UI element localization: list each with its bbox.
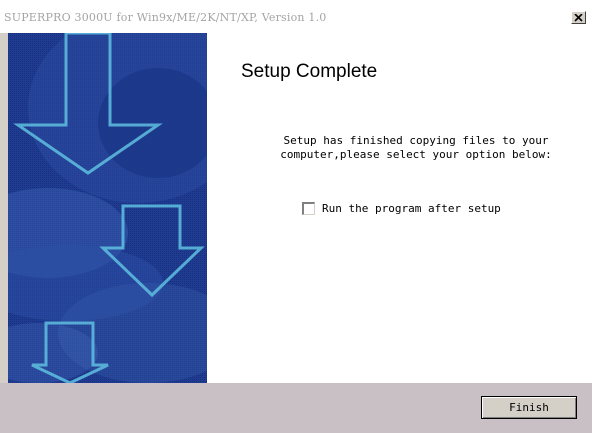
- finish-button[interactable]: Finish: [481, 396, 577, 419]
- run-program-checkbox[interactable]: [302, 201, 315, 215]
- button-bar: Finish: [0, 383, 592, 433]
- page-title: Setup Complete: [241, 61, 378, 82]
- run-program-option[interactable]: Run the program after setup: [302, 201, 501, 215]
- content-panel: Setup Complete Setup has finished copyin…: [207, 33, 592, 383]
- title-bar[interactable]: SUPERPRO 3000U for Win9x/ME/2K/NT/XP, Ve…: [0, 0, 592, 33]
- setup-message: Setup has finished copying files to your…: [251, 134, 581, 162]
- window-title: SUPERPRO 3000U for Win9x/ME/2K/NT/XP, Ve…: [4, 11, 327, 24]
- side-banner-graphic: [8, 33, 207, 383]
- close-icon: [574, 13, 583, 22]
- message-line-1: Setup has finished copying files to your: [283, 134, 549, 147]
- setup-dialog: SUPERPRO 3000U for Win9x/ME/2K/NT/XP, Ve…: [0, 0, 592, 433]
- close-button[interactable]: [571, 11, 586, 24]
- down-arrows-illustration: [8, 33, 207, 383]
- run-program-label[interactable]: Run the program after setup: [322, 202, 501, 215]
- message-line-2: computer,please select your option below…: [280, 148, 552, 161]
